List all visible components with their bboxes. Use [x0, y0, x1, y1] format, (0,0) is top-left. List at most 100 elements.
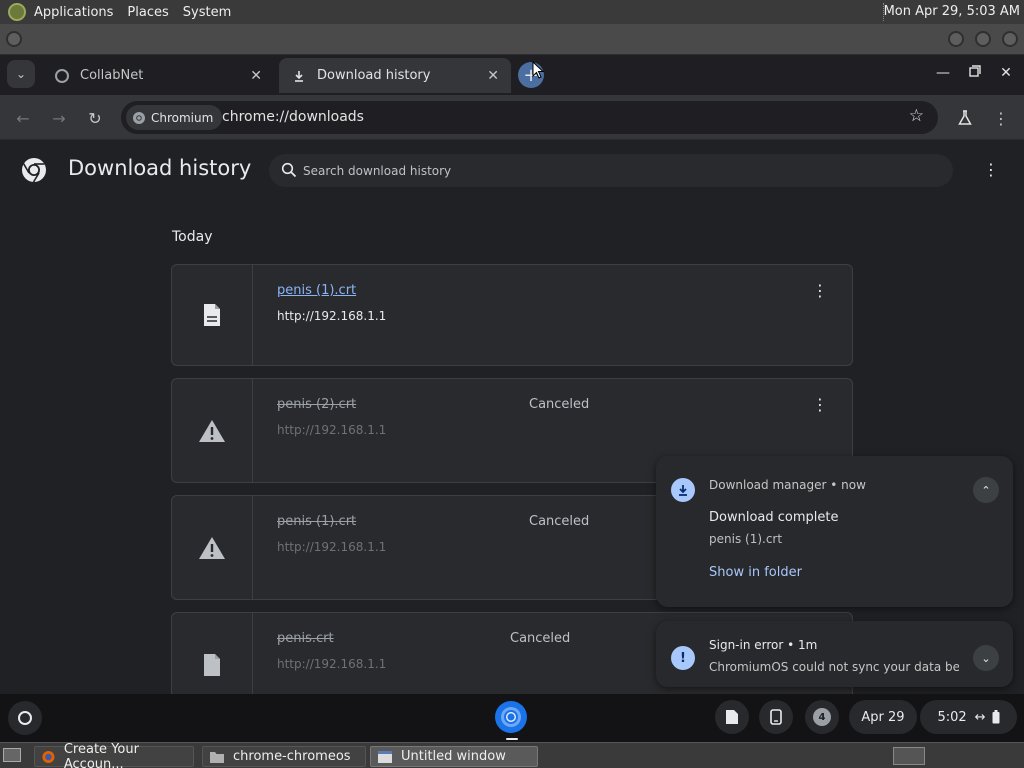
panel-clock[interactable]: Mon Apr 29, 5:03 AM: [884, 4, 1020, 19]
taskbar-item-label: Create Your Accoun...: [63, 741, 139, 768]
running-app-indicator: [506, 738, 518, 740]
frame-minimize-button[interactable]: [948, 31, 964, 47]
folder-icon: [210, 751, 224, 763]
file-icon: [726, 710, 738, 724]
applications-menu[interactable]: Applications: [34, 5, 113, 20]
show-desktop-icon[interactable]: [3, 748, 21, 762]
globe-icon: [54, 68, 70, 84]
expand-button[interactable]: ⌄: [973, 645, 999, 671]
download-filename-link[interactable]: penis (1).crt: [277, 514, 356, 529]
show-in-folder-button[interactable]: Show in folder: [709, 565, 802, 580]
chip-label: Chromium: [151, 110, 214, 125]
item-more-menu-icon[interactable]: ⋮: [812, 395, 828, 414]
minimize-button[interactable]: —: [933, 65, 953, 81]
page-title: Download history: [68, 156, 252, 180]
phone-hub-button[interactable]: [759, 700, 793, 734]
back-arrow-icon[interactable]: ←: [12, 107, 34, 129]
tab-download-history[interactable]: Download history ✕: [279, 58, 511, 93]
shelf-time: 5:02: [937, 709, 967, 725]
download-item: penis (1).crt http://192.168.1.1 ⋮: [171, 264, 853, 366]
launcher-button[interactable]: [8, 701, 42, 735]
notification-body: ChromiumOS could not sync your data bec.…: [709, 660, 959, 674]
download-source-url[interactable]: http://192.168.1.1: [277, 657, 386, 671]
notification-app: Download manager: [709, 478, 827, 492]
window-icon: [378, 750, 392, 763]
chevron-down-icon: ⌄: [981, 651, 991, 665]
holding-space-button[interactable]: [715, 700, 749, 734]
download-source-url[interactable]: http://192.168.1.1: [277, 540, 386, 554]
system-menu[interactable]: System: [183, 5, 231, 20]
site-info-chip[interactable]: Chromium: [126, 105, 223, 130]
tab-collabnet[interactable]: CollabNet ✕: [42, 58, 274, 93]
warning-icon: [172, 496, 253, 599]
signin-error-notification[interactable]: ! Sign-in error • 1m ChromiumOS could no…: [656, 621, 1013, 687]
notification-header: Sign-in error • 1m: [709, 638, 818, 652]
download-status: Canceled: [529, 397, 590, 412]
reload-icon[interactable]: ↻: [84, 107, 106, 129]
notification-app: Sign-in error: [709, 638, 784, 652]
item-more-menu-icon[interactable]: ⋮: [812, 281, 828, 300]
notification-counter-button[interactable]: 4: [805, 700, 839, 734]
workspace-switcher[interactable]: [893, 747, 925, 765]
download-notification[interactable]: Download manager • now ⌃ Download comple…: [656, 456, 1013, 607]
notification-body: penis (1).crt: [709, 532, 783, 546]
chevron-down-icon: ⌄: [15, 67, 27, 81]
close-icon[interactable]: ✕: [250, 68, 262, 84]
labs-flask-icon[interactable]: [954, 107, 976, 129]
tab-search-button[interactable]: ⌄: [7, 60, 35, 88]
frame-maximize-button[interactable]: [975, 31, 991, 47]
firefox-icon: [42, 750, 55, 763]
omnibox[interactable]: Chromium chrome://downloads ☆: [121, 101, 938, 134]
places-menu[interactable]: Places: [127, 5, 168, 20]
date-group-label: Today: [172, 229, 213, 245]
chromium-logo-icon: [133, 111, 145, 124]
taskbar-item[interactable]: Untitled window: [370, 746, 538, 767]
gnome-foot-icon[interactable]: [8, 3, 26, 21]
search-input[interactable]: [303, 154, 903, 187]
download-source-url[interactable]: http://192.168.1.1: [277, 309, 386, 323]
downloads-more-menu-icon[interactable]: ⋮: [983, 160, 999, 180]
url-text[interactable]: chrome://downloads: [222, 109, 364, 125]
notification-time: now: [841, 478, 866, 492]
shelf-date: Apr 29: [861, 709, 905, 725]
taskbar-item[interactable]: chrome-chromeos: [202, 746, 366, 767]
notification-time: 1m: [798, 638, 818, 652]
notification-count: 4: [813, 708, 831, 726]
download-icon: [291, 68, 307, 84]
forward-arrow-icon[interactable]: →: [48, 107, 70, 129]
star-icon[interactable]: ☆: [909, 106, 924, 126]
download-source-url[interactable]: http://192.168.1.1: [277, 423, 386, 437]
chevron-up-icon: ⌃: [981, 483, 991, 497]
calendar-date-button[interactable]: Apr 29: [849, 700, 917, 734]
warning-icon: [172, 379, 253, 482]
more-menu-icon[interactable]: ⋮: [990, 107, 1012, 129]
file-icon: [172, 265, 253, 365]
taskbar-item-label: Untitled window: [401, 749, 506, 764]
taskbar-item-label: chrome-chromeos: [233, 749, 351, 764]
tab-title: Download history: [317, 68, 431, 83]
taskbar-item[interactable]: Create Your Accoun...: [34, 742, 194, 768]
chromium-logo-icon: [22, 158, 46, 183]
frame-close-button[interactable]: [1002, 31, 1018, 47]
phone-icon: [770, 709, 782, 725]
close-window-button[interactable]: ✕: [996, 65, 1016, 81]
download-icon: [671, 478, 695, 502]
restore-button[interactable]: [965, 65, 985, 81]
window-frame-titlebar: [0, 24, 1024, 55]
close-icon[interactable]: ✕: [487, 68, 499, 84]
search-box[interactable]: [269, 154, 953, 187]
gnome-bottom-panel: Create Your Accoun... chrome-chromeos Un…: [0, 742, 1024, 768]
tab-strip: ⌄ CollabNet ✕ Download history ✕ + — ✕: [0, 55, 1024, 95]
system-tray-button[interactable]: 5:02 ↔: [920, 700, 1017, 734]
collapse-button[interactable]: ⌃: [973, 477, 999, 503]
battery-icon: [992, 710, 1000, 724]
download-status: Canceled: [510, 631, 571, 646]
launcher-icon: [18, 711, 32, 725]
chromium-app-icon[interactable]: [494, 700, 528, 734]
download-filename-link[interactable]: penis.crt: [277, 631, 334, 646]
browser-toolbar: ← → ↻ Chromium chrome://downloads ☆ ⋮: [0, 95, 1024, 140]
window-menu-button[interactable]: [6, 31, 22, 47]
tab-title: CollabNet: [80, 68, 144, 83]
download-filename-link[interactable]: penis (2).crt: [277, 397, 356, 412]
download-filename-link[interactable]: penis (1).crt: [277, 283, 356, 298]
